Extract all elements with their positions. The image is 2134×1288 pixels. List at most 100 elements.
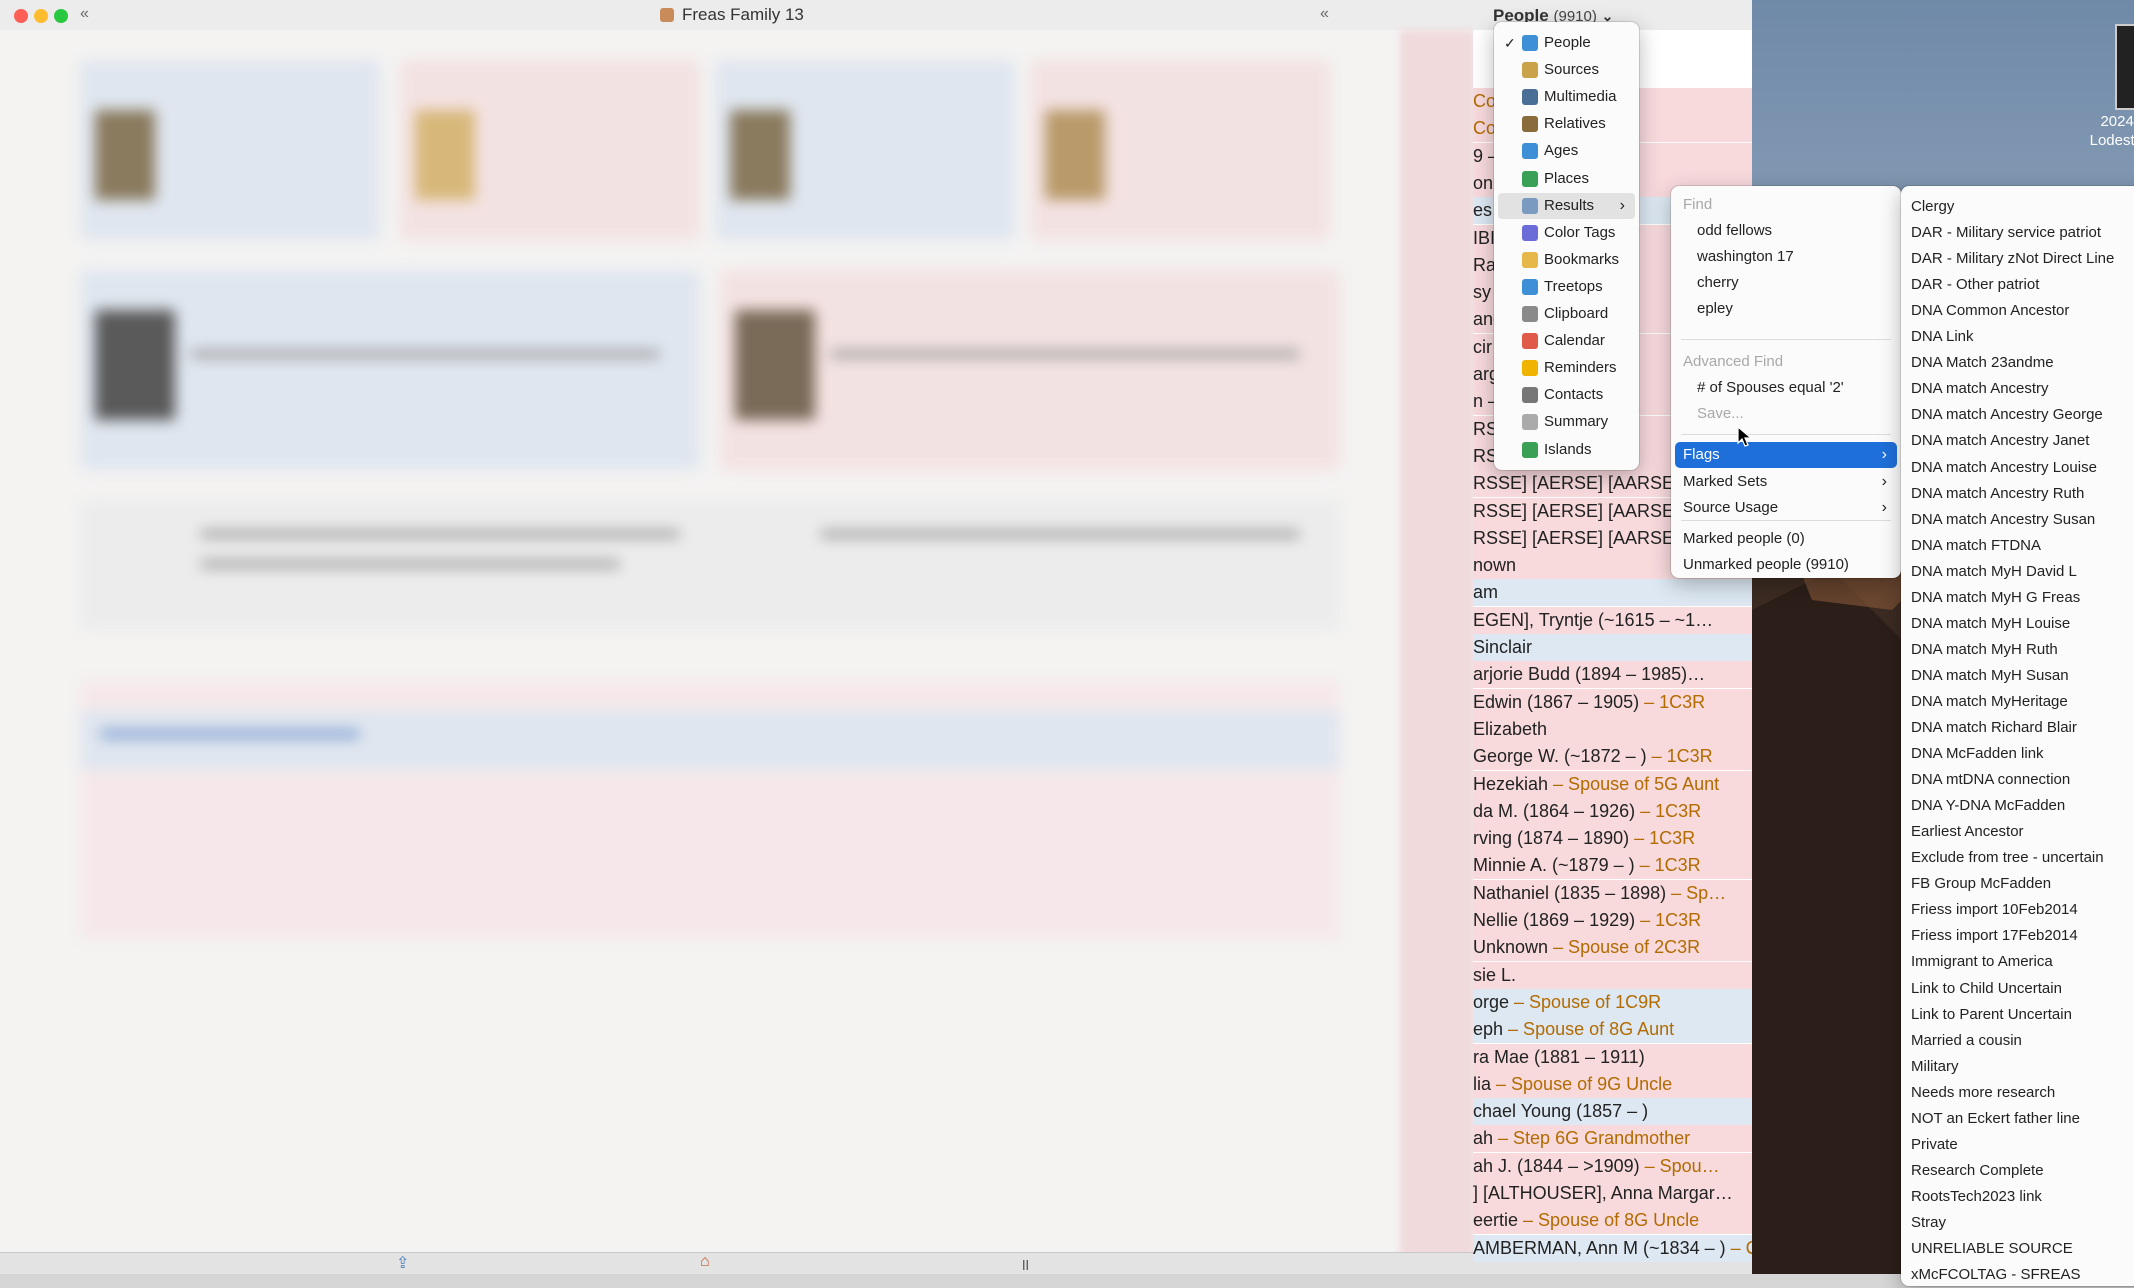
flag-menu-item[interactable]: DNA Y-DNA McFadden: [1911, 793, 2065, 819]
list-item[interactable]: EGEN], Tryntje (~1615 – ~1…: [1473, 606, 1753, 634]
flag-menu-item[interactable]: DNA mtDNA connection: [1911, 767, 2070, 793]
list-item[interactable]: AMBERMAN, Ann M (~1834 – ) – CCC A: [1473, 1234, 1753, 1262]
flag-menu-item[interactable]: DNA McFadden link: [1911, 741, 2044, 767]
flag-menu-item[interactable]: RootsTech2023 link: [1911, 1184, 2042, 1210]
flag-menu-item[interactable]: DNA match Ancestry Ruth: [1911, 481, 2084, 507]
flag-menu-item[interactable]: Exclude from tree - uncertain: [1911, 845, 2104, 871]
flag-menu-item[interactable]: DNA match Ancestry Janet: [1911, 428, 2089, 454]
list-item[interactable]: Edwin (1867 – 1905) – 1C3R: [1473, 688, 1753, 716]
list-item[interactable]: Sinclair: [1473, 634, 1753, 661]
flag-menu-item[interactable]: DNA match MyHeritage: [1911, 689, 2068, 715]
home-icon[interactable]: ⌂: [700, 1253, 710, 1271]
flag-menu-item[interactable]: DNA match Ancestry Susan: [1911, 507, 2095, 533]
flag-menu-item[interactable]: DNA Match 23andme: [1911, 350, 2054, 376]
flag-menu-item[interactable]: Friess import 10Feb2014: [1911, 897, 2078, 923]
view-menu-item-islands[interactable]: Islands: [1498, 437, 1635, 463]
flag-menu-item[interactable]: Immigrant to America: [1911, 949, 2053, 975]
view-menu-item-bookmarks[interactable]: Bookmarks: [1498, 247, 1635, 273]
results-submenu-marked-sets[interactable]: Marked Sets ›: [1675, 469, 1897, 495]
flag-menu-item[interactable]: NOT an Eckert father line: [1911, 1106, 2080, 1132]
flag-menu-item[interactable]: DNA match Richard Blair: [1911, 715, 2077, 741]
flag-menu-item[interactable]: DAR - Military zNot Direct Line: [1911, 246, 2114, 272]
list-item[interactable]: da M. (1864 – 1926) – 1C3R: [1473, 797, 1753, 825]
list-item[interactable]: Elizabeth: [1473, 715, 1753, 743]
view-menu-item-clipboard[interactable]: Clipboard: [1498, 301, 1635, 327]
list-item[interactable]: Minnie A. (~1879 – ) – 1C3R: [1473, 852, 1753, 880]
find-result-item[interactable]: washington 17: [1697, 244, 1794, 270]
list-item[interactable]: Hezekiah – Spouse of 5G Aunt: [1473, 770, 1753, 798]
view-menu-item-summary[interactable]: Summary: [1498, 409, 1635, 435]
flag-menu-item[interactable]: DAR - Military service patriot: [1911, 220, 2101, 246]
find-result-item[interactable]: odd fellows: [1697, 218, 1772, 244]
flag-menu-item[interactable]: FB Group McFadden: [1911, 871, 2051, 897]
share-icon[interactable]: ⇪: [396, 1253, 409, 1273]
pause-icon[interactable]: ॥: [1020, 1253, 1030, 1274]
list-item[interactable]: lia – Spouse of 9G Uncle: [1473, 1070, 1753, 1098]
list-item[interactable]: Nellie (1869 – 1929) – 1C3R: [1473, 907, 1753, 934]
list-item[interactable]: ra Mae (1881 – 1911): [1473, 1043, 1753, 1071]
list-item[interactable]: Unknown – Spouse of 2C3R: [1473, 934, 1753, 962]
marked-people-item[interactable]: Marked people (0): [1683, 526, 1805, 552]
flag-menu-item[interactable]: DNA Common Ancestor: [1911, 298, 2069, 324]
flag-menu-item[interactable]: DNA match MyH Ruth: [1911, 637, 2058, 663]
list-item[interactable]: George W. (~1872 – ) – 1C3R: [1473, 743, 1753, 771]
list-item[interactable]: chael Young (1857 – ): [1473, 1098, 1753, 1126]
flag-menu-item[interactable]: DNA match Ancestry Louise: [1911, 455, 2097, 481]
sidebar-toggle-icon[interactable]: «: [80, 5, 89, 23]
close-window-button[interactable]: [14, 9, 28, 23]
view-menu-item-places[interactable]: Places: [1498, 166, 1635, 192]
flag-menu-item[interactable]: Stray: [1911, 1210, 1946, 1236]
list-item[interactable]: eertie – Spouse of 8G Uncle: [1473, 1207, 1753, 1235]
flag-menu-item[interactable]: DAR - Other patriot: [1911, 272, 2039, 298]
flag-menu-item[interactable]: DNA match MyH Louise: [1911, 611, 2070, 637]
find-result-item[interactable]: cherry: [1697, 270, 1739, 296]
advanced-find-item[interactable]: # of Spouses equal '2': [1697, 375, 1844, 401]
results-submenu-source-usage[interactable]: Source Usage ›: [1675, 495, 1897, 521]
flag-menu-item[interactable]: xMcFCOLTAG - SFREAS: [1911, 1262, 2080, 1288]
view-menu[interactable]: ✓ People Sources Multimedia Relatives Ages Pla…: [1494, 22, 1639, 470]
flag-menu-item[interactable]: DNA match MyH Susan: [1911, 663, 2069, 689]
list-item[interactable]: ah J. (1844 – >1909) – Spou…: [1473, 1152, 1753, 1180]
collapse-panel-icon[interactable]: «: [1320, 5, 1329, 23]
flag-menu-item[interactable]: Clergy: [1911, 194, 1954, 220]
list-item[interactable]: rving (1874 – 1890) – 1C3R: [1473, 825, 1753, 853]
results-submenu[interactable]: Find odd fellows washington 17 cherry epley…: [1671, 186, 1901, 578]
flags-submenu[interactable]: Clergy DAR - Military service patriot DAR …: [1901, 186, 2134, 1286]
flag-menu-item[interactable]: DNA Link: [1911, 324, 1974, 350]
list-item[interactable]: ] [ALTHOUSER], Anna Margar…: [1473, 1180, 1753, 1207]
view-menu-item-calendar[interactable]: Calendar: [1498, 328, 1635, 354]
list-item[interactable]: orge – Spouse of 1C9R: [1473, 988, 1753, 1016]
flag-menu-item[interactable]: DNA match MyH G Freas: [1911, 585, 2080, 611]
flag-menu-item[interactable]: Married a cousin: [1911, 1028, 2022, 1054]
list-item[interactable]: am: [1473, 579, 1753, 607]
view-menu-item-people[interactable]: ✓ People: [1498, 30, 1635, 56]
find-result-item[interactable]: epley: [1697, 296, 1733, 322]
view-menu-item-treetops[interactable]: Treetops: [1498, 274, 1635, 300]
view-menu-item-sources[interactable]: Sources: [1498, 57, 1635, 83]
flag-menu-item[interactable]: UNRELIABLE SOURCE: [1911, 1236, 2073, 1262]
desktop-file-icon[interactable]: [2115, 24, 2134, 110]
view-menu-item-relatives[interactable]: Relatives: [1498, 111, 1635, 137]
view-menu-item-color-tags[interactable]: Color Tags: [1498, 220, 1635, 246]
view-menu-item-results[interactable]: Results ›: [1498, 192, 1635, 219]
view-menu-item-contacts[interactable]: Contacts: [1498, 382, 1635, 408]
list-item[interactable]: arjorie Budd (1894 – 1985)…: [1473, 661, 1753, 689]
flag-menu-item[interactable]: Private: [1911, 1132, 1958, 1158]
flag-menu-item[interactable]: Link to Child Uncertain: [1911, 976, 2062, 1002]
minimize-window-button[interactable]: [34, 9, 48, 23]
list-item[interactable]: eph – Spouse of 8G Aunt: [1473, 1016, 1753, 1044]
flag-menu-item[interactable]: Link to Parent Uncertain: [1911, 1002, 2072, 1028]
marked-people-item[interactable]: Unmarked people (9910): [1683, 552, 1849, 578]
zoom-window-button[interactable]: [54, 9, 68, 23]
flag-menu-item[interactable]: Research Complete: [1911, 1158, 2044, 1184]
view-menu-item-reminders[interactable]: Reminders: [1498, 355, 1635, 381]
flag-menu-item[interactable]: Earliest Ancestor: [1911, 819, 2024, 845]
flag-menu-item[interactable]: DNA match FTDNA: [1911, 533, 2041, 559]
list-item[interactable]: Nathaniel (1835 – 1898) – Sp…: [1473, 879, 1753, 907]
flag-menu-item[interactable]: DNA match Ancestry: [1911, 376, 2049, 402]
results-submenu-flags[interactable]: Flags ›: [1675, 442, 1897, 468]
list-item[interactable]: ah – Step 6G Grandmother: [1473, 1125, 1753, 1153]
flag-menu-item[interactable]: DNA match Ancestry George: [1911, 402, 2103, 428]
flag-menu-item[interactable]: Needs more research: [1911, 1080, 2055, 1106]
flag-menu-item[interactable]: Friess import 17Feb2014: [1911, 923, 2078, 949]
